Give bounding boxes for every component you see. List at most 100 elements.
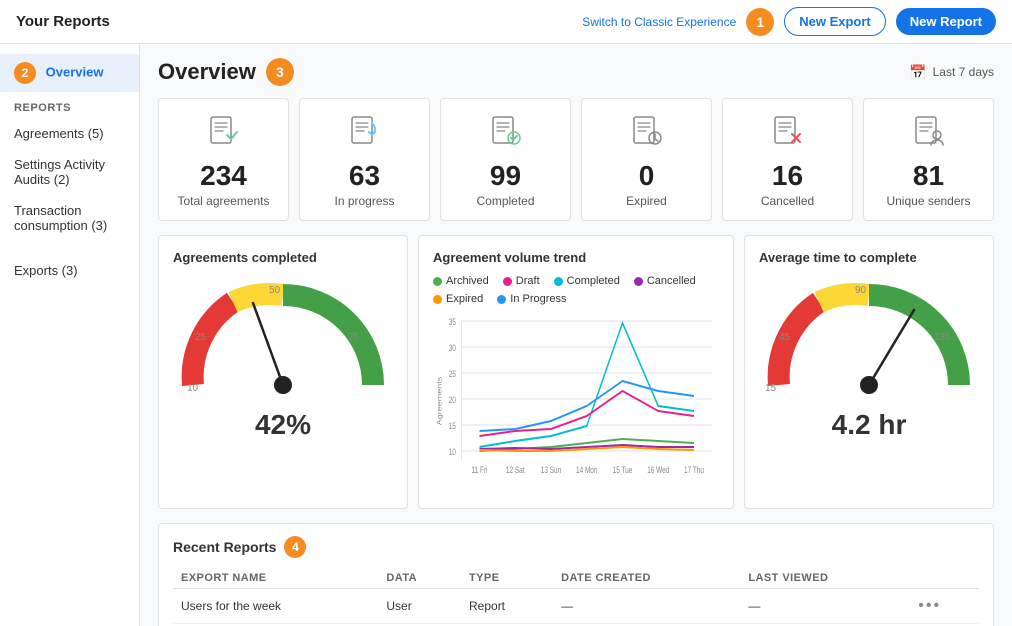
svg-text:10: 10 bbox=[449, 447, 457, 457]
legend-archived-dot bbox=[433, 277, 442, 286]
top-bar: Your Reports Switch to Classic Experienc… bbox=[0, 0, 1012, 44]
col-last-viewed: LAST VIEWED bbox=[740, 568, 910, 589]
sidebar-reports-section: REPORTS bbox=[0, 92, 139, 118]
cancelled-label: Cancelled bbox=[761, 194, 814, 208]
legend-draft-dot bbox=[503, 277, 512, 286]
badge-1: 1 bbox=[746, 8, 774, 36]
sidebar-item-exports[interactable]: Exports (3) bbox=[0, 255, 139, 286]
col-data: DATA bbox=[378, 568, 461, 589]
legend-completed-label: Completed bbox=[567, 275, 620, 287]
completed-icon bbox=[487, 113, 525, 156]
recent-reports-header: Recent Reports 4 bbox=[173, 536, 979, 558]
svg-text:Agreements: Agreements bbox=[436, 377, 443, 426]
badge-2: 2 bbox=[14, 62, 36, 84]
date-range-label: Last 7 days bbox=[933, 65, 994, 79]
svg-text:45: 45 bbox=[779, 332, 791, 343]
new-export-button[interactable]: New Export bbox=[784, 7, 886, 36]
legend-in-progress-dot bbox=[497, 295, 506, 304]
total-agreements-label: Total agreements bbox=[177, 194, 269, 208]
svg-text:16 Wed: 16 Wed bbox=[647, 465, 669, 475]
col-type: TYPE bbox=[461, 568, 553, 589]
badge-4: 4 bbox=[284, 536, 306, 558]
row-data: User bbox=[378, 589, 461, 624]
app-title: Your Reports bbox=[16, 13, 110, 30]
settings-activity-count: (2) bbox=[54, 172, 70, 187]
sidebar-item-settings-activity[interactable]: Settings Activity Audits (2) bbox=[0, 149, 139, 195]
legend-draft-label: Draft bbox=[516, 275, 540, 287]
legend-archived-label: Archived bbox=[446, 275, 489, 287]
row-date-created: — bbox=[553, 589, 740, 624]
svg-text:15: 15 bbox=[449, 421, 457, 431]
legend-expired-label: Expired bbox=[446, 293, 483, 305]
svg-text:13 Sun: 13 Sun bbox=[541, 465, 561, 475]
content-area: Overview 3 📅 Last 7 days bbox=[140, 44, 1012, 626]
in-progress-icon bbox=[346, 113, 384, 156]
svg-text:35: 35 bbox=[449, 317, 457, 327]
stat-card-in-progress: 63 In progress bbox=[299, 98, 430, 221]
expired-label: Expired bbox=[626, 194, 667, 208]
new-report-button[interactable]: New Report bbox=[896, 8, 996, 35]
stat-card-total-agreements: 234 Total agreements bbox=[158, 98, 289, 221]
row-actions[interactable]: ••• bbox=[910, 589, 979, 624]
expired-number: 0 bbox=[639, 162, 655, 190]
unique-senders-label: Unique senders bbox=[886, 194, 970, 208]
row-type: Report bbox=[461, 589, 553, 624]
linechart-title: Agreement volume trend bbox=[433, 250, 719, 265]
main-layout: 2 Overview REPORTS Agreements (5) Settin… bbox=[0, 44, 1012, 626]
svg-text:11 Fri: 11 Fri bbox=[472, 465, 488, 475]
transaction-count: (3) bbox=[91, 218, 107, 233]
svg-text:20: 20 bbox=[449, 395, 457, 405]
line-chart-svg: 35 30 25 20 15 10 Agreements 11 Fri 12 S… bbox=[433, 311, 719, 491]
legend-cancelled-label: Cancelled bbox=[647, 275, 696, 287]
completed-label: Completed bbox=[476, 194, 534, 208]
agreements-count: (5) bbox=[88, 126, 104, 141]
completed-number: 99 bbox=[490, 162, 521, 190]
gauge1-value: 42% bbox=[255, 409, 311, 441]
svg-text:90: 90 bbox=[855, 285, 867, 296]
legend-in-progress: In Progress bbox=[497, 293, 566, 305]
svg-text:17 Thu: 17 Thu bbox=[684, 465, 704, 475]
gauge2-container: 15 45 90 135 4.2 hr bbox=[759, 275, 979, 441]
gauge2-value: 4.2 hr bbox=[832, 409, 907, 441]
stat-card-cancelled: 16 Cancelled bbox=[722, 98, 853, 221]
page-title: Overview bbox=[158, 59, 256, 85]
sidebar-item-overview[interactable]: 2 Overview bbox=[0, 54, 139, 92]
cancelled-number: 16 bbox=[772, 162, 803, 190]
legend-in-progress-label: In Progress bbox=[510, 293, 566, 305]
svg-text:25: 25 bbox=[195, 332, 207, 343]
expired-icon bbox=[628, 113, 666, 156]
legend-completed: Completed bbox=[554, 275, 620, 287]
transaction-label: Transaction consumption bbox=[14, 203, 91, 233]
top-bar-actions: Switch to Classic Experience 1 New Expor… bbox=[582, 7, 996, 36]
legend-expired-dot bbox=[433, 295, 442, 304]
row-export-name: Users for the week bbox=[173, 589, 378, 624]
recent-reports-table: EXPORT NAME DATA TYPE DATE CREATED LAST … bbox=[173, 568, 979, 624]
sidebar-item-agreements[interactable]: Agreements (5) bbox=[0, 118, 139, 149]
recent-reports-panel: Recent Reports 4 EXPORT NAME DATA TYPE D… bbox=[158, 523, 994, 626]
recent-reports-title: Recent Reports bbox=[173, 539, 276, 555]
svg-text:15 Tue: 15 Tue bbox=[613, 465, 633, 475]
date-range: 📅 Last 7 days bbox=[909, 64, 994, 81]
stat-card-completed: 99 Completed bbox=[440, 98, 571, 221]
unique-senders-number: 81 bbox=[913, 162, 944, 190]
gauge1-title: Agreements completed bbox=[173, 250, 393, 265]
content-header: Overview 3 📅 Last 7 days bbox=[158, 58, 994, 86]
agreements-label: Agreements bbox=[14, 126, 88, 141]
svg-text:14 Mon: 14 Mon bbox=[576, 465, 597, 475]
row-dots-menu[interactable]: ••• bbox=[918, 597, 941, 614]
badge-3: 3 bbox=[266, 58, 294, 86]
sidebar-item-transaction[interactable]: Transaction consumption (3) bbox=[0, 195, 139, 241]
switch-link[interactable]: Switch to Classic Experience bbox=[582, 15, 736, 29]
legend-completed-dot bbox=[554, 277, 563, 286]
table-body: Users for the week User Report — — ••• bbox=[173, 589, 979, 624]
linechart-legend: Archived Draft Completed Cancelled bbox=[433, 275, 719, 305]
total-agreements-number: 234 bbox=[200, 162, 247, 190]
gauge1-svg: 10 25 50 75 bbox=[173, 275, 393, 405]
gauge1-container: 10 25 50 75 42% bbox=[173, 275, 393, 441]
legend-cancelled-dot bbox=[634, 277, 643, 286]
row-last-viewed: — bbox=[740, 589, 910, 624]
stat-card-expired: 0 Expired bbox=[581, 98, 712, 221]
legend-expired: Expired bbox=[433, 293, 483, 305]
svg-text:10: 10 bbox=[187, 383, 199, 394]
cancelled-icon bbox=[769, 113, 807, 156]
